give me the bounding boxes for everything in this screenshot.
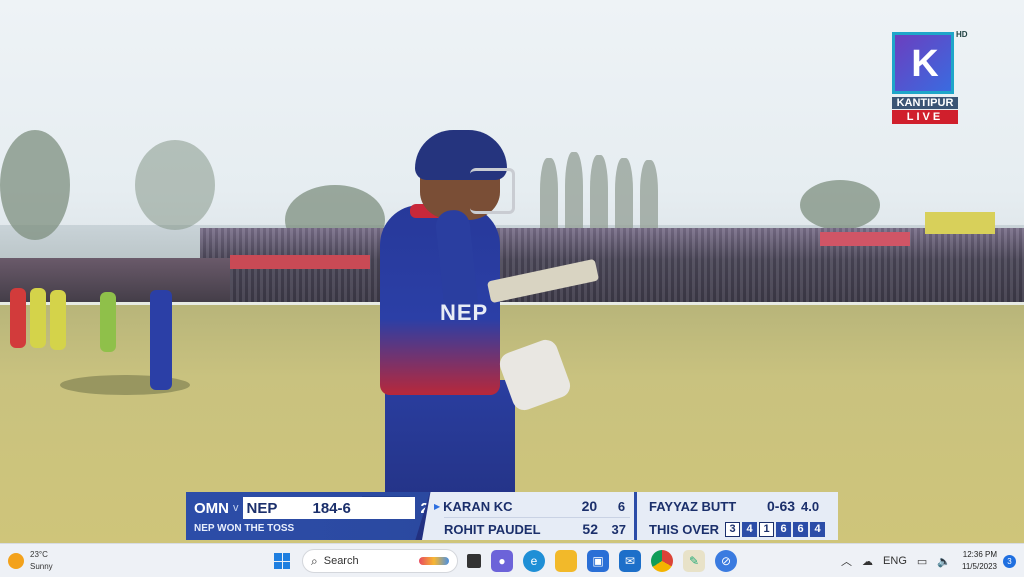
scoreboard: OMN v NEP 184-6 20.0 NEP WON THE TOSS ▶ … — [186, 492, 838, 540]
mail-icon[interactable]: ✉ — [619, 550, 641, 572]
cloud-icon[interactable]: ☁ — [862, 555, 873, 568]
ball-result: 4 — [810, 521, 825, 537]
edge-icon[interactable]: e — [523, 550, 545, 572]
on-strike-icon: ▶ — [434, 501, 441, 511]
volume-icon[interactable]: 🔈 — [937, 555, 951, 568]
broadcaster-logo: K HD KANTIPUR LIVE — [892, 30, 968, 124]
search-icon: ⌕ — [311, 553, 318, 568]
batting-team-box: NEP 184-6 — [242, 497, 415, 519]
batter-balls: 6 — [617, 498, 626, 514]
search-placeholder: Search — [323, 555, 359, 567]
logo-hd: HD — [956, 30, 968, 39]
weather-condition: Sunny — [30, 562, 53, 571]
bowler-row: FAYYAZ BUTT 0-63 4.0 — [649, 495, 835, 517]
fielder — [100, 292, 116, 352]
chevron-up-icon[interactable]: ︿ — [841, 553, 852, 569]
score-panel: OMN v NEP 184-6 20.0 NEP WON THE TOSS — [186, 492, 430, 540]
jersey-text: NEP — [440, 300, 489, 325]
toss-text: NEP WON THE TOSS — [194, 523, 295, 534]
clock[interactable]: 12:36 PM 11/5/2023 — [962, 549, 997, 573]
team1-label: OMN — [194, 499, 229, 517]
batter-runs: 20 — [581, 498, 598, 514]
versus-label: v — [233, 502, 239, 514]
ad-board — [230, 255, 370, 269]
this-over-label: THIS OVER — [649, 521, 720, 537]
banner — [925, 212, 995, 234]
ad-board — [820, 232, 910, 246]
weather-widget[interactable]: 23°C Sunny — [8, 548, 53, 574]
tree — [135, 140, 215, 230]
tree — [0, 130, 70, 240]
search-highlight-icon — [419, 557, 449, 565]
app-icon[interactable]: ⊘ — [715, 550, 737, 572]
score-value: 184-6 — [312, 499, 351, 517]
video-frame: NEP K HD KANTIPUR LIVE OMN v NEP 184-6 2… — [0, 0, 1024, 543]
ball-result: 6 — [776, 521, 791, 537]
logo-live: LIVE — [892, 110, 958, 124]
ball-result: 6 — [793, 521, 808, 537]
helmet-grille — [470, 168, 515, 214]
fielder — [50, 290, 66, 350]
chrome-icon[interactable] — [651, 550, 673, 572]
logo-name: KANTIPUR — [892, 97, 958, 109]
sun-icon — [8, 553, 24, 569]
batter-name: ROHIT PAUDEL — [444, 521, 541, 537]
fielder — [10, 288, 26, 348]
batter-runs: 52 — [582, 521, 598, 537]
tree — [640, 160, 658, 238]
batter-balls: 37 — [611, 521, 626, 537]
start-icon[interactable] — [271, 550, 293, 572]
ball-result: 3 — [725, 521, 740, 537]
logo-icon: K — [892, 32, 954, 94]
notepad-icon[interactable]: ✎ — [683, 550, 705, 572]
tree — [565, 152, 583, 238]
clock-date: 11/5/2023 — [962, 562, 997, 571]
batter-row: ▶ KARAN KC 20 6 — [434, 495, 630, 518]
system-tray: ︿ ☁ ENG ▭ 🔈 12:36 PM 11/5/2023 3 — [836, 547, 1016, 575]
clock-time: 12:36 PM — [962, 550, 997, 559]
batters-panel: ▶ KARAN KC 20 6 ROHIT PAUDEL 52 37 — [422, 492, 634, 540]
tree — [800, 180, 880, 230]
batter-row: ROHIT PAUDEL 52 37 — [444, 518, 630, 540]
language-indicator[interactable]: ENG — [883, 555, 907, 567]
search-box[interactable]: ⌕ Search — [302, 549, 458, 573]
bowler-name: FAYYAZ BUTT — [649, 498, 737, 514]
weather-temp: 23°C — [30, 550, 48, 559]
ball-result: 1 — [759, 521, 774, 537]
batter-background — [150, 290, 172, 390]
team2-label: NEP — [246, 499, 278, 517]
bowler-overs: 4.0 — [801, 498, 820, 514]
network-icon[interactable]: ▭ — [917, 555, 927, 568]
bowler-panel: FAYYAZ BUTT 0-63 4.0 THIS OVER 3 4 1 6 6… — [634, 492, 838, 540]
batter-name: KARAN KC — [443, 498, 513, 514]
tree — [590, 155, 608, 239]
bowler-figures: 0-63 — [767, 498, 796, 514]
task-view-icon[interactable] — [467, 554, 481, 568]
ball-result: 4 — [742, 521, 757, 537]
this-over-row: THIS OVER 3 4 1 6 6 4 — [649, 518, 835, 540]
store-icon[interactable]: ▣ — [587, 550, 609, 572]
fielder — [30, 288, 46, 348]
tree — [615, 158, 633, 238]
taskbar: 23°C Sunny ⌕ Search ● e ▣ ✉ ✎ ⊘ ︿ ☁ ENG … — [0, 543, 1024, 577]
taskbar-apps: ⌕ Search ● e ▣ ✉ ✎ ⊘ — [266, 547, 742, 575]
teams-icon[interactable]: ● — [491, 550, 513, 572]
notification-badge[interactable]: 3 — [1003, 554, 1016, 568]
tree — [540, 158, 558, 238]
file-explorer-icon[interactable] — [555, 550, 577, 572]
